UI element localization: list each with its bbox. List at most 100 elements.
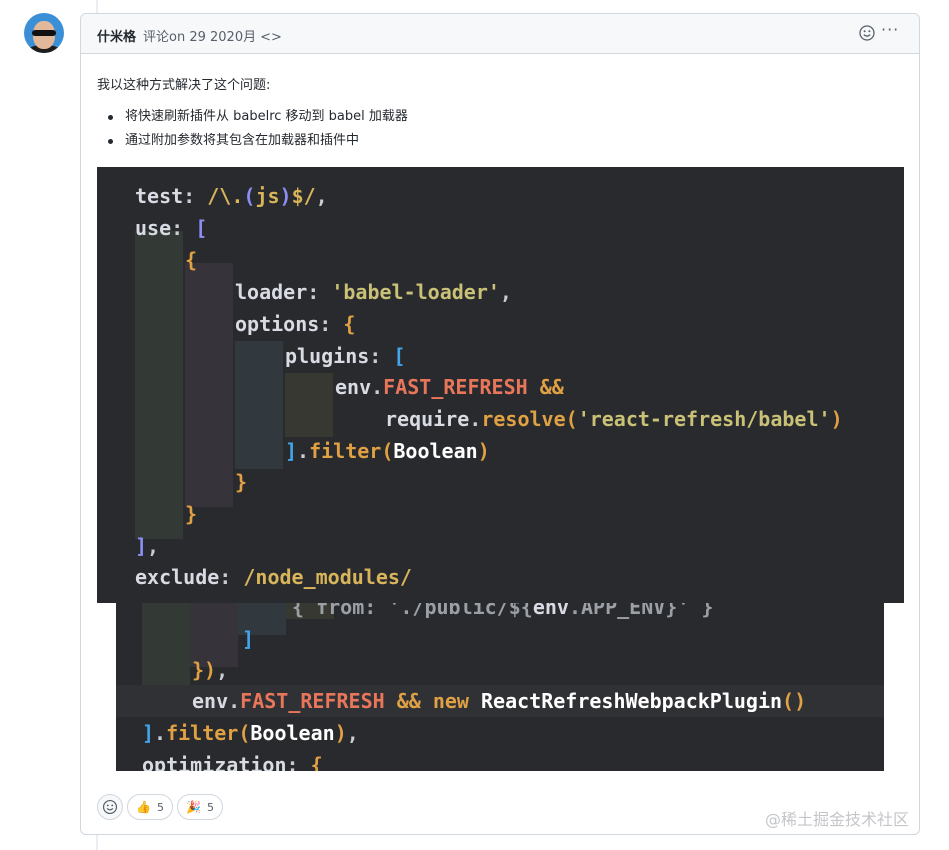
- comment-meta: 评论on 29 2020月 <>: [143, 26, 282, 45]
- comment-bullet-list: 将快速刷新插件从 babelrc 移动到 babel 加载器 通过附加参数将其包…: [97, 109, 408, 157]
- code-token: Boolean: [250, 721, 335, 745]
- code-token: .: [469, 407, 482, 431]
- smiley-icon[interactable]: [97, 794, 123, 820]
- code-token: ): [477, 439, 490, 463]
- code-token: require: [385, 407, 470, 431]
- code-token: :: [286, 753, 311, 771]
- code-token: {: [310, 753, 323, 771]
- code-token: use: [135, 216, 172, 240]
- code-line: require.resolve('react-refresh/babel'): [385, 403, 843, 435]
- code-token: .APP_ENV}' }: [568, 603, 714, 619]
- comment-header: 什米格 评论on 29 2020月 <> ···: [81, 14, 919, 54]
- bullet-text: 将快速刷新插件从 babelrc 移动到 babel 加载器: [125, 109, 408, 124]
- code-token: new: [432, 689, 482, 713]
- code-line: }: [235, 466, 247, 498]
- edit-history-symbol[interactable]: <>: [260, 30, 282, 45]
- code-token: .: [297, 439, 310, 463]
- code-token: ,: [315, 184, 328, 208]
- code-line: ].filter(Boolean): [285, 435, 490, 467]
- code-token: .: [228, 689, 241, 713]
- code-line: options: {: [235, 308, 355, 340]
- code-line: use: [: [135, 212, 207, 244]
- code-line: test: /\.(js)$/,: [135, 180, 328, 212]
- code-token: js: [255, 184, 280, 208]
- code-token: env: [335, 375, 372, 399]
- code-token: {: [343, 312, 356, 336]
- party-popper-icon: 🎉: [186, 800, 201, 814]
- bullet-text: 通过附加参数将其包含在加载器和插件中: [125, 133, 360, 148]
- list-item: 将快速刷新插件从 babelrc 移动到 babel 加载器: [97, 109, 408, 133]
- indent-guide: [235, 341, 283, 469]
- code-token: (: [381, 439, 394, 463]
- avatar[interactable]: [24, 13, 64, 53]
- code-token: /\.: [207, 184, 244, 208]
- code-token: FAST_REFRESH: [240, 689, 385, 713]
- code-token: options: [235, 312, 320, 336]
- code-token: FAST_REFRESH: [383, 375, 528, 399]
- code-token: .: [371, 375, 384, 399]
- code-token: &&: [384, 689, 433, 713]
- code-token: [: [393, 344, 406, 368]
- code-line: ],: [135, 530, 159, 562]
- code-token: ): [830, 407, 843, 431]
- avatar-glasses: [32, 30, 56, 36]
- code-token: $/: [291, 184, 316, 208]
- code-token: (): [782, 689, 807, 713]
- list-item: 通过附加参数将其包含在加载器和插件中: [97, 133, 408, 157]
- code-token: :: [183, 184, 208, 208]
- code-token: ): [279, 184, 292, 208]
- code-line: exclude: /node_modules/: [135, 561, 412, 593]
- code-token: { from: './public/${: [292, 603, 533, 619]
- code-token: Boolean: [393, 439, 478, 463]
- code-token: :: [171, 216, 196, 240]
- comment-author[interactable]: 什米格: [97, 26, 136, 45]
- code-line: env.FAST_REFRESH &&: [335, 371, 564, 403]
- code-token: filter: [309, 439, 382, 463]
- code-token: ): [204, 658, 217, 682]
- code-line: {: [185, 244, 197, 276]
- code-token: (: [565, 407, 578, 431]
- code-line: { from: './public/${env.APP_ENV}' }: [292, 603, 713, 623]
- code-token: :: [307, 280, 332, 304]
- code-token: }: [235, 470, 248, 494]
- reaction-count: 5: [206, 801, 214, 814]
- code-token: filter: [166, 721, 239, 745]
- code-token: }: [192, 658, 205, 682]
- code-token: ]: [285, 439, 298, 463]
- code-line: env.FAST_REFRESH && new ReactRefreshWebp…: [192, 685, 806, 717]
- comment-card: 什米格 评论on 29 2020月 <> ··· 我以这种方式解决了这个问题: 将…: [80, 13, 920, 835]
- code-token: ,: [216, 658, 229, 682]
- smiley-icon[interactable]: [859, 25, 875, 41]
- indent-guide: [135, 231, 183, 539]
- code-token: resolve: [481, 407, 566, 431]
- code-line: optimization: {: [142, 749, 323, 771]
- thumbs-up-icon: 👍: [136, 800, 151, 814]
- code-token: env: [532, 603, 569, 619]
- code-token: ,: [346, 721, 359, 745]
- code-token: (: [238, 721, 251, 745]
- code-token: :: [369, 344, 394, 368]
- code-token: ReactRefreshWebpackPlugin: [481, 689, 783, 713]
- code-token: ]: [135, 534, 148, 558]
- code-token: loader: [235, 280, 308, 304]
- code-token: plugins: [285, 344, 370, 368]
- code-token: :: [219, 565, 244, 589]
- watermark: @稀土掘金技术社区: [765, 810, 910, 829]
- comment-intro: 我以这种方式解决了这个问题:: [97, 78, 271, 93]
- code-token: &&: [527, 375, 564, 399]
- comment-date[interactable]: 评论on 29 2020月: [143, 30, 256, 45]
- reaction-thumbs-up-button[interactable]: 👍 5: [127, 794, 173, 820]
- indent-guide: [285, 373, 333, 437]
- indent-guide: [185, 263, 233, 507]
- code-token: ,: [147, 534, 160, 558]
- code-token: :: [319, 312, 344, 336]
- code-token: ]: [142, 721, 155, 745]
- code-token: env: [192, 689, 229, 713]
- code-token: /node_modules/: [243, 565, 412, 589]
- code-token: .: [154, 721, 167, 745]
- kebab-horizontal-icon[interactable]: ···: [881, 20, 899, 39]
- code-token: exclude: [135, 565, 220, 589]
- code-token: {: [185, 248, 198, 272]
- code-token: ,: [499, 280, 512, 304]
- reaction-hooray-button[interactable]: 🎉 5: [177, 794, 223, 820]
